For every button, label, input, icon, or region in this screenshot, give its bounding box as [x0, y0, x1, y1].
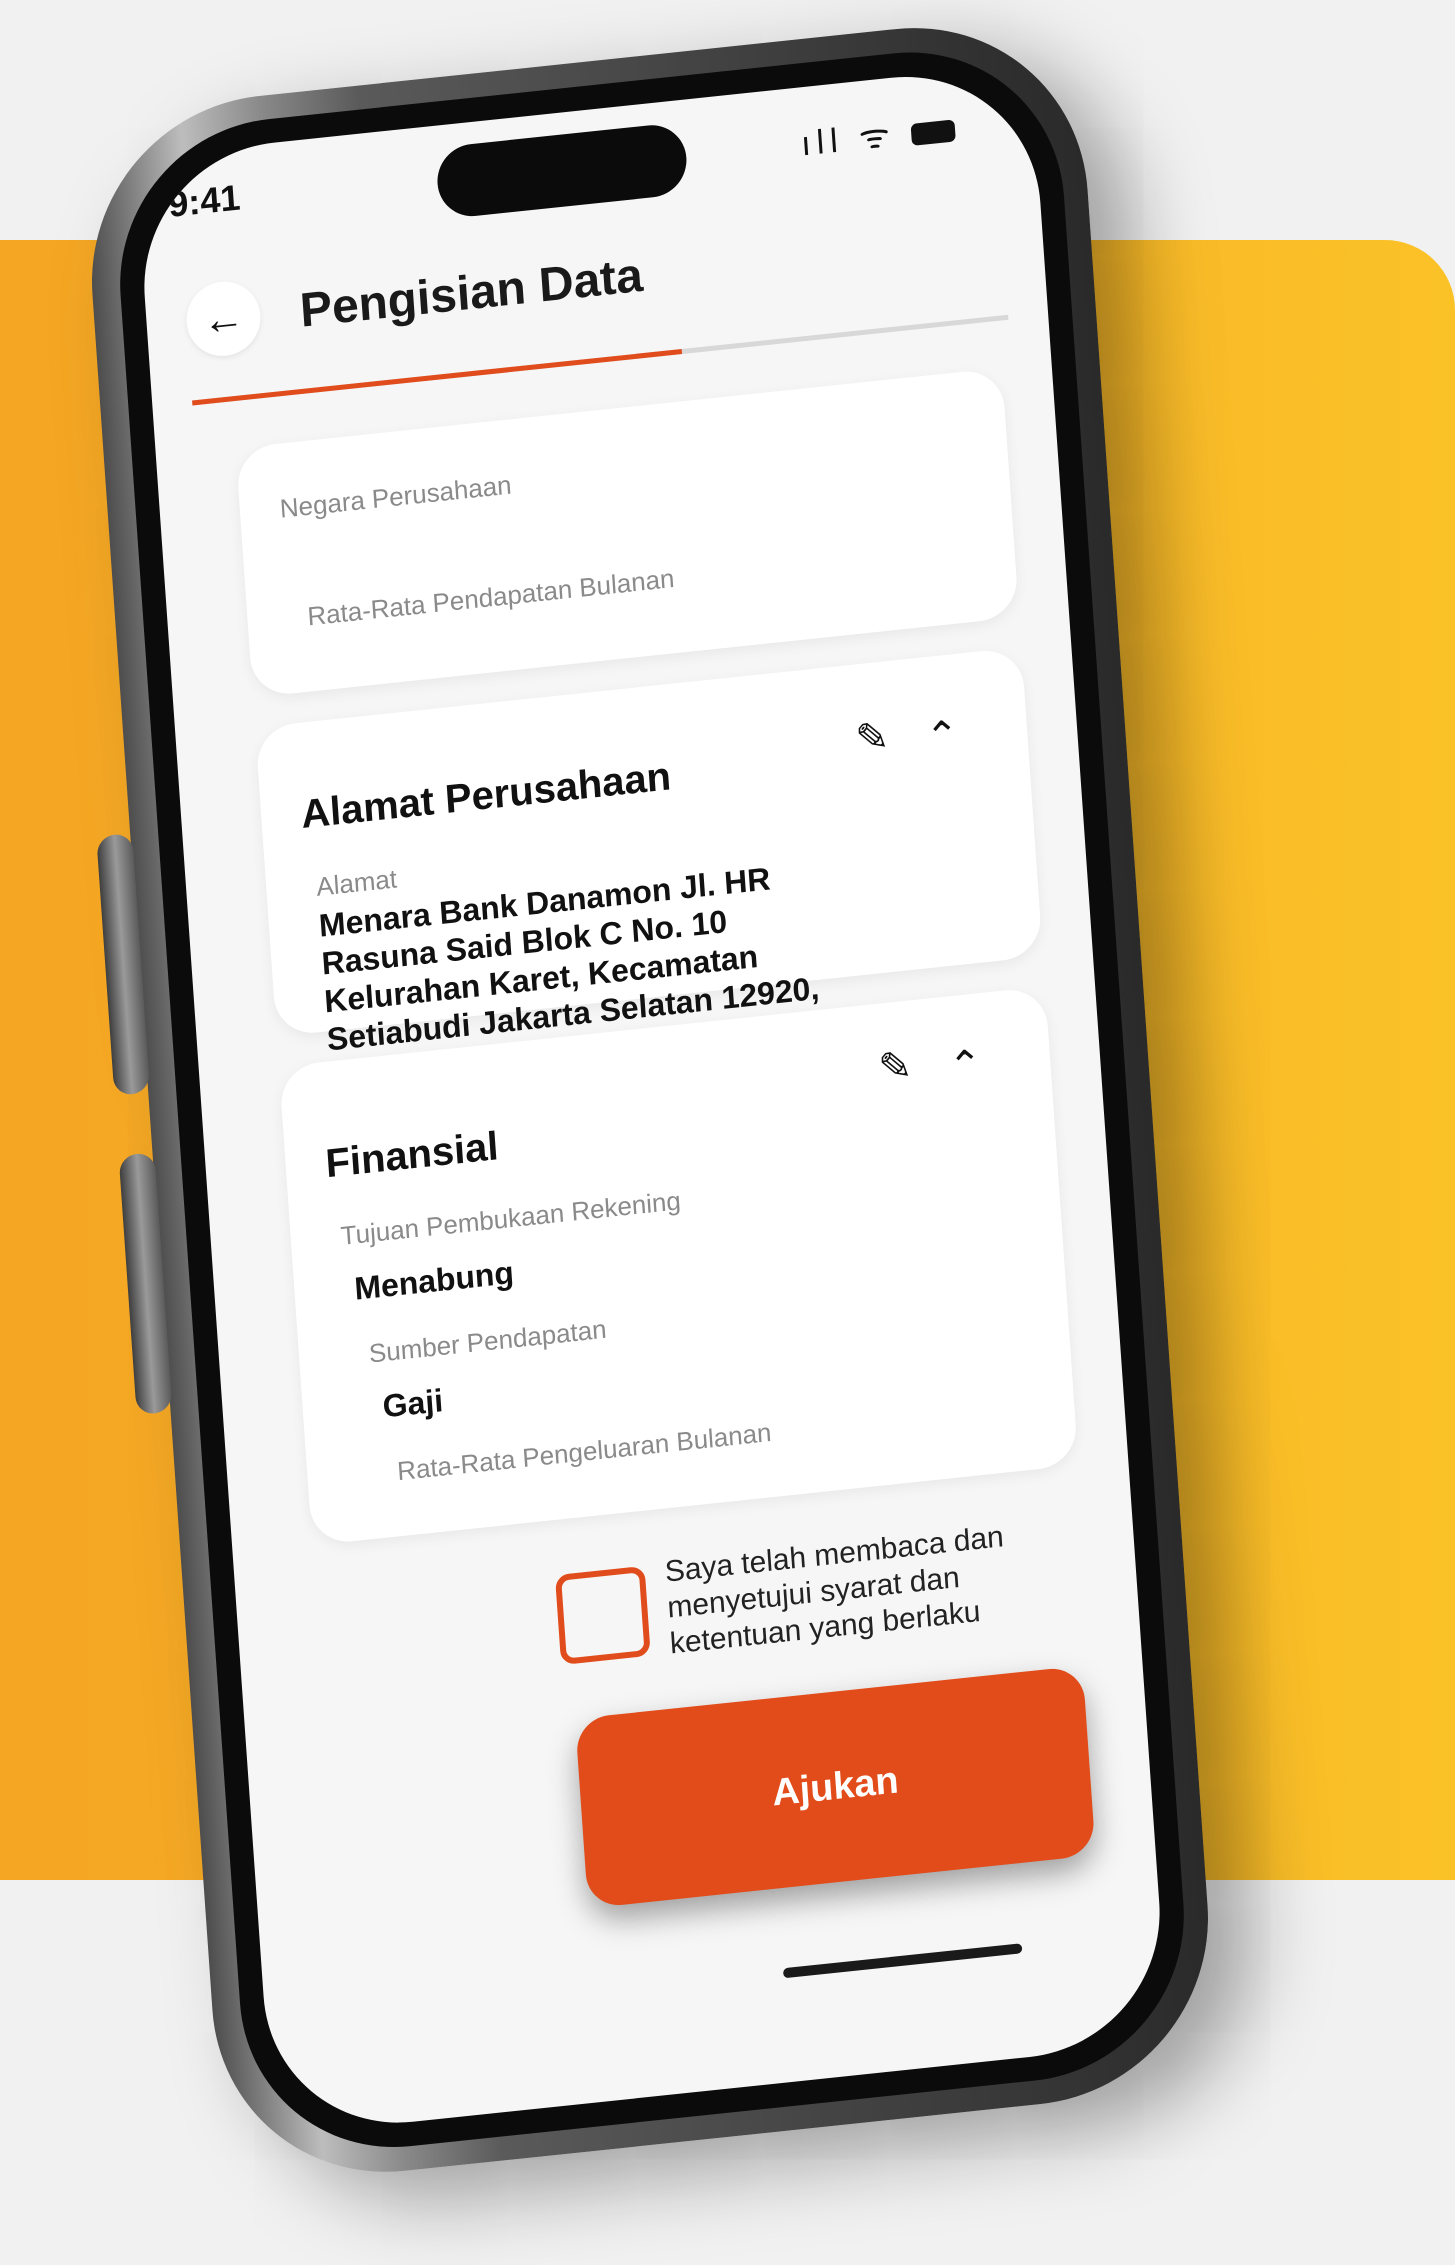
dynamic-island — [435, 121, 689, 220]
field-value-account-purpose: Menabung — [353, 1254, 515, 1307]
status-time: 9:41 — [166, 176, 242, 225]
pencil-icon: ✎ — [854, 714, 891, 762]
collapse-financial-button[interactable]: ⌃ — [939, 1038, 992, 1093]
agreement-row: Saya telah membaca dan menyetujui syarat… — [554, 1506, 1080, 1680]
arrow-left-icon: ← — [200, 292, 246, 344]
chevron-up-icon: ⌃ — [924, 712, 961, 761]
collapse-address-button[interactable]: ⌃ — [916, 709, 969, 764]
home-indicator — [782, 1943, 1023, 1979]
field-label-monthly-income: Rata-Rata Pendapatan Bulanan — [306, 562, 676, 632]
app-header: ← Pengisian Data — [183, 187, 1006, 373]
section-title-address: Alamat Perusahaan — [299, 754, 673, 838]
phone-screen: 9:41 ıll ᯤ ← Pengisian Data Negara Perus… — [134, 63, 1169, 2137]
submit-button-label: Ajukan — [770, 1758, 900, 1815]
page-title: Pengisian Data — [298, 248, 645, 338]
field-value-income-source: Gaji — [381, 1382, 445, 1425]
battery-icon — [910, 119, 956, 146]
back-button[interactable]: ← — [184, 278, 263, 360]
wifi-icon: ᯤ — [857, 115, 898, 158]
signal-icon: ıll — [799, 121, 845, 164]
field-label-country: Negara Perusahaan — [278, 469, 513, 524]
financial-card: Finansial ✎ ⌃ Tujuan Pembukaan Rekening … — [278, 986, 1079, 1546]
agreement-checkbox[interactable] — [554, 1565, 651, 1666]
company-address-card: Alamat Perusahaan ✎ ⌃ Alamat Menara Bank… — [255, 646, 1043, 1095]
company-info-card: Negara Perusahaan Rata-Rata Pendapatan B… — [235, 367, 1020, 698]
edit-financial-button[interactable]: ✎ — [869, 1040, 922, 1095]
field-label-address: Alamat — [315, 863, 398, 902]
pencil-icon: ✎ — [877, 1043, 914, 1091]
field-label-account-purpose: Tujuan Pembukaan Rekening — [339, 1185, 682, 1251]
agreement-text: Saya telah membaca dan menyetujui syarat… — [663, 1520, 1005, 1661]
chevron-up-icon: ⌃ — [947, 1042, 984, 1090]
phone-mockup: 9:41 ıll ᯤ ← Pengisian Data Negara Perus… — [79, 10, 1221, 2190]
field-label-income-source: Sumber Pendapatan — [367, 1313, 608, 1369]
field-label-monthly-expense: Rata-Rata Pengeluaran Bulanan — [396, 1416, 773, 1487]
section-title-financial: Finansial — [324, 1124, 500, 1187]
edit-address-button[interactable]: ✎ — [846, 710, 899, 765]
submit-button[interactable]: Ajukan — [574, 1665, 1096, 1909]
status-icons: ıll ᯤ — [799, 103, 956, 165]
